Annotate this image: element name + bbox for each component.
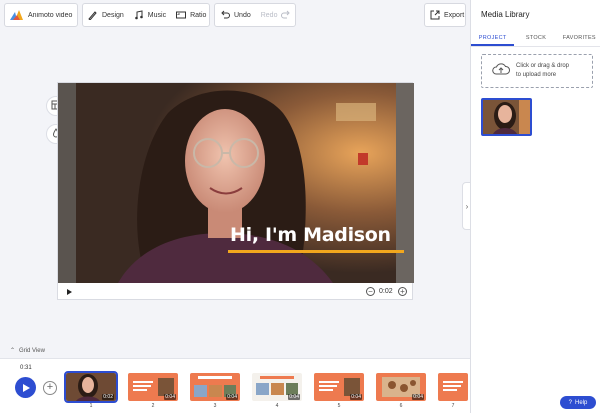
- upload-instructions: Click or drag & drop to upload more: [516, 62, 569, 80]
- video-caption[interactable]: Hi, I'm Madison: [230, 224, 391, 246]
- video-frame[interactable]: Hi, I'm Madison: [58, 83, 414, 283]
- cloud-upload-icon: [492, 62, 510, 81]
- project-name-button[interactable]: Animoto video: [5, 4, 79, 26]
- clip-number: 2: [151, 403, 155, 409]
- timeline-clip[interactable]: [438, 373, 468, 401]
- play-icon[interactable]: [67, 289, 72, 295]
- animoto-logo-icon: [10, 10, 24, 20]
- clip-duration: 0:04: [164, 394, 176, 400]
- timeline-clip[interactable]: 0:04: [376, 373, 426, 401]
- undo-button[interactable]: Undo: [215, 4, 256, 26]
- ratio-label: Ratio: [190, 11, 207, 19]
- export-group: Export: [424, 3, 466, 27]
- clip-number: 4: [275, 403, 279, 409]
- redo-label: Redo: [260, 11, 278, 19]
- play-icon: [23, 383, 30, 392]
- design-label: Design: [102, 11, 124, 19]
- timeline-play-button[interactable]: [15, 377, 36, 398]
- history-group: Undo Redo: [214, 3, 296, 27]
- current-time: 0:02: [379, 288, 393, 295]
- clip-duration: 0:04: [412, 394, 424, 400]
- upload-line-1: Click or drag & drop: [516, 63, 570, 69]
- chevron-up-icon: ⌃: [10, 348, 16, 354]
- top-toolbar: Animoto video Design Music Ratio Undo Re…: [0, 0, 470, 30]
- video-scene: [58, 83, 414, 283]
- export-icon: [430, 10, 440, 20]
- clip-number: 1: [89, 403, 93, 409]
- playback-controls: − 0:02 +: [58, 283, 414, 301]
- minus-icon[interactable]: −: [366, 287, 375, 296]
- music-label: Music: [147, 11, 167, 19]
- redo-button[interactable]: Redo: [256, 4, 301, 26]
- total-duration: 0:31: [20, 365, 32, 371]
- music-note-icon: [134, 10, 144, 20]
- grid-view-label: Grid View: [19, 347, 45, 354]
- tab-favorites[interactable]: FAVORITES: [558, 33, 600, 46]
- design-button[interactable]: Design: [83, 4, 129, 26]
- undo-icon: [220, 10, 230, 20]
- caption-underline: [228, 250, 404, 253]
- video-stage: Hi, I'm Madison − 0:02 +: [57, 82, 414, 301]
- panel-title: Media Library: [481, 10, 530, 19]
- redo-icon: [281, 10, 291, 20]
- tab-project[interactable]: PROJECT: [471, 33, 515, 46]
- timeline-clip[interactable]: 0:04: [252, 373, 302, 401]
- aspect-ratio-icon: [176, 10, 187, 20]
- grid-view-toggle[interactable]: ⌃ Grid View: [10, 347, 45, 355]
- undo-label: Undo: [234, 11, 251, 19]
- music-button[interactable]: Music: [129, 4, 171, 26]
- clip-duration: 0:04: [226, 394, 238, 400]
- add-block-button[interactable]: +: [43, 381, 57, 395]
- tab-stock[interactable]: STOCK: [514, 33, 557, 46]
- question-icon: ?: [568, 399, 572, 406]
- project-name: Animoto video: [28, 11, 73, 19]
- clip-number: 3: [213, 403, 217, 409]
- clip-number: 7: [451, 403, 455, 409]
- help-label: Help: [575, 399, 588, 406]
- media-library-panel: Media Library PROJECT STOCK FAVORITES Cl…: [470, 0, 600, 413]
- export-label: Export: [444, 11, 465, 19]
- timeline-clip[interactable]: 0:04: [128, 373, 178, 401]
- clip-duration: 0:04: [288, 394, 300, 400]
- timeline: 0:31 + 0:02 1 0:04 2 0:04 3 0:04 4 0:04 5 0:04 6 7: [0, 358, 470, 413]
- plus-icon[interactable]: +: [398, 287, 407, 296]
- upload-line-2: to upload more: [516, 72, 557, 78]
- help-button[interactable]: ? Help: [560, 396, 596, 409]
- ratio-button[interactable]: Ratio: [171, 4, 211, 26]
- chevron-right-icon: ›: [465, 201, 469, 211]
- export-button[interactable]: Export: [425, 4, 469, 26]
- clip-number: 5: [337, 403, 341, 409]
- clip-number: 6: [399, 403, 403, 409]
- edit-tools-group: Design Music Ratio: [82, 3, 210, 27]
- clip-duration: 0:04: [350, 394, 362, 400]
- brush-icon: [88, 10, 98, 20]
- media-thumbnail[interactable]: [481, 98, 532, 136]
- upload-dropzone[interactable]: Click or drag & drop to upload more: [481, 54, 593, 88]
- project-group: Animoto video: [4, 3, 78, 27]
- timeline-clip[interactable]: 0:04: [314, 373, 364, 401]
- media-tabs: PROJECT STOCK FAVORITES: [471, 33, 600, 47]
- thumbnail-image: [483, 100, 530, 134]
- timeline-clip[interactable]: 0:04: [190, 373, 240, 401]
- timeline-clip[interactable]: 0:02: [64, 371, 118, 403]
- clip-duration: 0:02: [102, 394, 114, 400]
